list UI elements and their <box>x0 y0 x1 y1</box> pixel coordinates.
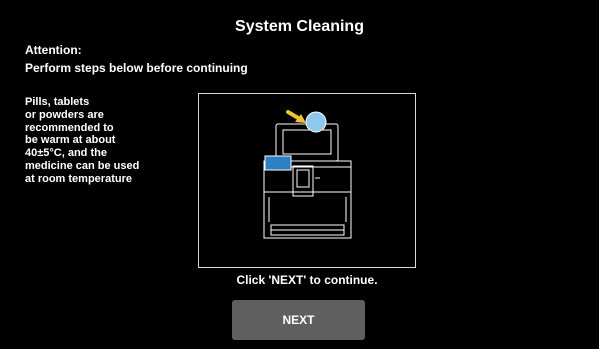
note-line: be warm at about <box>25 134 116 147</box>
note-line: or powders are <box>25 108 104 121</box>
device-lid-window <box>282 129 332 155</box>
highlight-circle-icon <box>305 111 327 133</box>
page-title: System Cleaning <box>235 18 364 35</box>
arrow-icon <box>286 110 306 123</box>
tray-icon <box>264 155 292 171</box>
device-illustration <box>198 93 416 268</box>
device-body <box>263 160 352 239</box>
note-line: Pills, tablets <box>25 96 90 108</box>
attention-message: Perform steps below before continuing <box>25 61 248 75</box>
note-line: 40±5°C, and the <box>25 147 107 160</box>
attention-block: Attention: Perform steps below before co… <box>25 41 248 77</box>
medicine-note: Pills, tablets or powders are recommende… <box>25 96 175 186</box>
system-cleaning-screen: System Cleaning Attention: Perform steps… <box>0 0 599 349</box>
attention-heading: Attention: <box>25 43 82 57</box>
device-icon <box>263 110 352 239</box>
next-button[interactable]: NEXT <box>232 300 365 340</box>
device-screen <box>296 169 310 188</box>
continue-instruction: Click 'NEXT' to continue. <box>236 273 378 287</box>
note-line: at room temperature <box>25 172 132 185</box>
note-line: medicine can be used <box>25 159 140 172</box>
note-line: recommended to <box>25 121 114 134</box>
